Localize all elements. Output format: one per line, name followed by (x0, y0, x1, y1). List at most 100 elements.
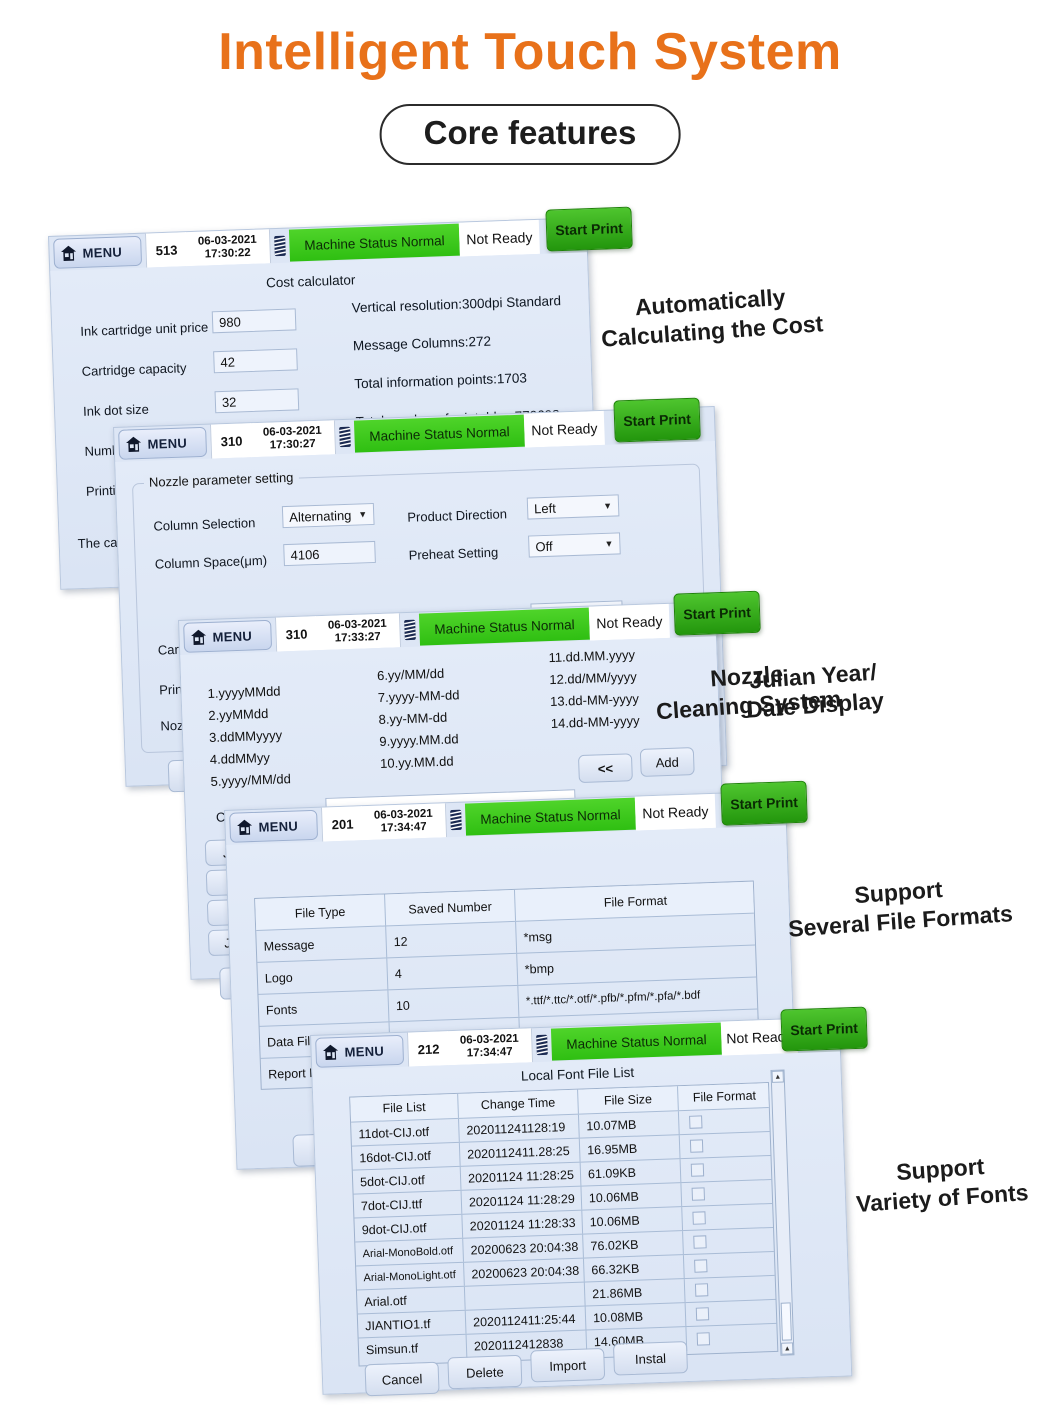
date-format-option[interactable]: 6.yy/MM/dd (377, 666, 445, 683)
time-text: 17:30:27 (269, 437, 316, 452)
date-format-option[interactable]: 13.dd-MM-yyyy (550, 691, 639, 709)
date-format-option[interactable]: 2.yyMMdd (208, 706, 268, 723)
cell-change-time: 20200623 20:04:38 (464, 1258, 585, 1286)
menu-button[interactable]: MENU (229, 809, 319, 843)
print-counter: 513 (144, 232, 189, 268)
window-local-font-file-list[interactable]: MENU 212 06-03-2021 17:34:47 Machine Sta… (310, 1006, 868, 1397)
row-checkbox[interactable] (695, 1307, 710, 1321)
cell-file-name: JIANTIO1.tf (357, 1310, 467, 1338)
ink-cartridge-icon (450, 809, 462, 831)
machine-status-badge: Machine Status Normal (288, 223, 460, 262)
cell-select[interactable] (681, 1156, 774, 1182)
date-format-option[interactable]: 10.yy.MM.dd (380, 753, 454, 771)
dropdown-value: Off (535, 538, 553, 554)
date-format-option[interactable]: 11.dd.MM.yyyy (548, 647, 635, 665)
cartridge-capacity-input[interactable]: 42 (213, 348, 298, 374)
page-title: Intelligent Touch System (218, 23, 842, 81)
add-button[interactable]: Add (639, 747, 695, 777)
cell-select[interactable] (680, 1132, 773, 1158)
cell-file-name: Arial-MonoLight.otf (356, 1262, 465, 1290)
scrollbar-thumb[interactable] (780, 1302, 792, 1341)
row-checkbox[interactable] (693, 1235, 707, 1249)
delete-button[interactable]: Delete (447, 1354, 523, 1390)
dropdown-value: Alternating (288, 507, 352, 525)
scroll-up-arrow-icon[interactable]: ▲ (771, 1070, 784, 1083)
chevron-down-icon: ▼ (604, 538, 614, 549)
cell-file-name: 5dot-CIJ.otf (352, 1166, 462, 1194)
column-selection-dropdown[interactable]: Alternating ▼ (281, 502, 375, 529)
install-button[interactable]: Instal (612, 1341, 689, 1376)
cell-file-type: Fonts (258, 990, 390, 1026)
date-format-option[interactable]: 3.ddMMyyyy (209, 727, 282, 745)
cell-saved-number: 12 (386, 921, 518, 958)
start-print-button[interactable]: Start Print (780, 1006, 868, 1052)
ink-price-input[interactable]: 980 (211, 308, 297, 334)
ink-dot-size-input[interactable]: 32 (214, 388, 300, 414)
date-format-option[interactable]: 9.yyyy.MM.dd (379, 731, 459, 749)
date-format-option[interactable]: 1.yyyyMMdd (207, 683, 280, 701)
column-header: File List (350, 1093, 459, 1122)
ready-state-label: Not Ready (523, 410, 605, 448)
previous-page-button[interactable]: << (577, 753, 633, 784)
cell-select[interactable] (683, 1228, 776, 1254)
cancel-button[interactable]: Cancel (364, 1361, 440, 1397)
ink-cartridge-icon (339, 426, 351, 448)
date-format-option[interactable]: 12.dd/MM/yyyy (549, 669, 637, 687)
row-checkbox[interactable] (690, 1163, 705, 1177)
cell-select[interactable] (685, 1276, 778, 1302)
cell-file-type: Logo (257, 958, 389, 994)
import-button[interactable]: Import (530, 1347, 606, 1383)
cell-select[interactable] (679, 1108, 772, 1134)
row-checkbox[interactable] (691, 1187, 706, 1201)
field-label: Cartridge capacity (81, 360, 187, 379)
row-checkbox[interactable] (689, 1139, 704, 1153)
product-direction-dropdown[interactable]: Left ▼ (526, 494, 620, 520)
menu-button[interactable]: MENU (53, 235, 143, 269)
menu-label: MENU (344, 1042, 385, 1060)
print-counter: 212 (406, 1031, 451, 1067)
start-print-button[interactable]: Start Print (673, 590, 761, 636)
dropdown-value: Left (533, 500, 557, 516)
start-print-button[interactable]: Start Print (545, 206, 633, 252)
cell-file-size: 10.08MB (585, 1303, 687, 1330)
date-format-option[interactable]: 4.ddMMyy (210, 750, 270, 767)
row-checkbox[interactable] (696, 1331, 711, 1346)
cell-select[interactable] (686, 1300, 779, 1326)
cell-change-time (464, 1282, 586, 1310)
cell-select[interactable] (681, 1180, 774, 1206)
cell-change-time: 20200623 20:04:38 (463, 1234, 584, 1262)
cell-select[interactable] (682, 1204, 775, 1230)
font-file-table: File List Change Time File Size File For… (349, 1082, 779, 1367)
date-format-option[interactable]: 5.yyyy/MM/dd (210, 771, 291, 789)
date-format-option[interactable]: 7.yyyy-MM-dd (378, 687, 460, 705)
menu-button[interactable]: MENU (118, 426, 208, 460)
date-format-option[interactable]: 8.yy-MM-dd (378, 710, 447, 727)
window-content: Local Font File List File List Change Ti… (312, 1051, 852, 1397)
menu-button[interactable]: MENU (315, 1034, 405, 1068)
cell-select[interactable] (686, 1324, 779, 1351)
row-checkbox[interactable] (689, 1115, 703, 1129)
cell-saved-number: 4 (387, 953, 519, 990)
column-space-input[interactable]: 4106 (283, 540, 376, 567)
home-icon (61, 245, 77, 261)
start-print-button[interactable]: Start Print (613, 397, 701, 443)
scroll-down-arrow-icon[interactable]: ▲ (781, 1342, 794, 1355)
datetime-display: 06-03-2021 17:34:47 (446, 1028, 534, 1066)
menu-button[interactable]: MENU (183, 619, 273, 653)
cell-select[interactable] (684, 1252, 777, 1278)
print-counter: 310 (274, 616, 319, 652)
cell-file-size: 21.86MB (584, 1279, 686, 1306)
cell-file-size: 10.06MB (582, 1207, 684, 1234)
home-icon (323, 1044, 339, 1060)
ready-state-label: Not Ready (588, 603, 670, 641)
machine-status-badge: Machine Status Normal (418, 607, 590, 646)
row-checkbox[interactable] (694, 1259, 708, 1273)
menu-label: MENU (82, 243, 123, 261)
home-icon (126, 436, 142, 452)
start-print-button[interactable]: Start Print (720, 780, 808, 826)
preheat-setting-dropdown[interactable]: Off ▼ (528, 532, 621, 558)
row-checkbox[interactable] (692, 1211, 706, 1225)
date-format-option[interactable]: 14.dd-MM-yyyy (551, 713, 640, 731)
menu-label: MENU (147, 434, 188, 452)
row-checkbox[interactable] (694, 1283, 709, 1297)
